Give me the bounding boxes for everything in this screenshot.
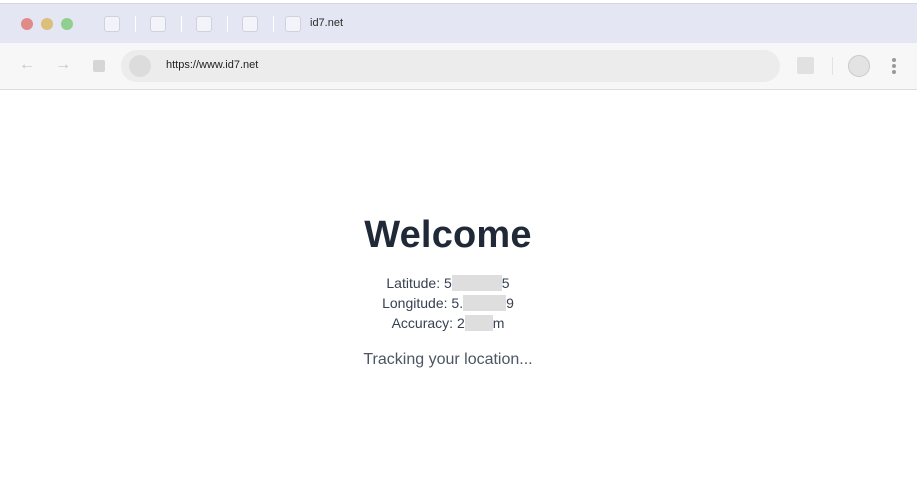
browser-window: id7.net ← → https://www.id7.net Welcome … [0,0,917,503]
tab-strip: id7.net [0,3,917,43]
toolbar-divider [832,57,833,75]
tab-divider [181,16,182,32]
tracking-status: Tracking your location... [363,351,533,368]
tab-placeholder[interactable] [242,16,258,32]
tab-placeholder[interactable] [104,16,120,32]
active-tab-title[interactable]: id7.net [310,17,343,29]
address-bar[interactable]: https://www.id7.net [121,50,780,82]
redacted-value [463,295,507,312]
site-info-icon[interactable] [129,55,151,77]
accuracy-value-suffix: m [492,315,505,331]
tab-divider [273,16,274,32]
tab-placeholder[interactable] [150,16,166,32]
maximize-window-button[interactable] [61,18,73,30]
tab-placeholder[interactable] [196,16,212,32]
browser-toolbar: ← → https://www.id7.net [0,43,917,90]
forward-arrow-icon[interactable]: → [55,57,71,73]
latitude-value-prefix: 5 [444,275,452,291]
tab-favicon-icon [285,16,301,32]
longitude-value-prefix: 5. [451,295,464,311]
minimize-window-button[interactable] [41,18,53,30]
back-arrow-icon[interactable]: ← [19,57,35,73]
latitude-line: Latitude: 5 5 [0,274,896,292]
accuracy-label: Accuracy: [391,315,454,331]
extension-icon[interactable] [797,57,814,74]
longitude-label: Longitude: [382,295,448,311]
latitude-value-suffix: 5 [501,275,510,291]
accuracy-value-prefix: 2 [456,315,465,331]
tab-divider [135,16,136,32]
longitude-line: Longitude: 5. 9 [0,294,896,312]
redacted-value [464,315,493,332]
longitude-value-suffix: 9 [506,295,514,311]
profile-icon[interactable] [848,55,870,77]
redacted-value [451,275,502,292]
tab-divider [227,16,228,32]
page-title: Welcome [364,214,532,256]
kebab-menu-icon[interactable] [892,58,896,74]
page-content: Welcome Latitude: 5 5 Longitude: 5. 9 Accu… [0,90,917,503]
stop-icon[interactable] [93,60,105,72]
close-window-button[interactable] [21,18,33,30]
url-text[interactable]: https://www.id7.net [166,59,258,71]
latitude-label: Latitude: [386,275,441,291]
accuracy-line: Accuracy: 2 m [0,314,896,332]
